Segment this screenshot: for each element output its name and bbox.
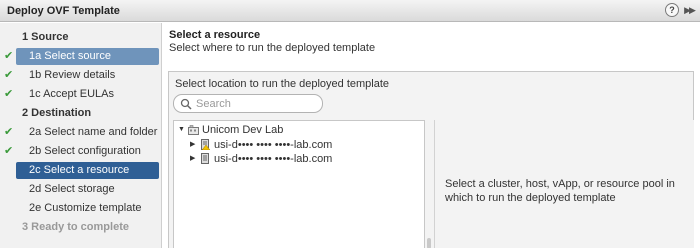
title-bar: Deploy OVF Template ? ▶▶ bbox=[0, 0, 700, 22]
step-destination: 2 Destination bbox=[22, 107, 92, 119]
step-select-name-and-folder[interactable]: ✔ 2a Select name and folder bbox=[0, 124, 162, 141]
step-select-configuration[interactable]: ✔ 2b Select configuration bbox=[0, 143, 162, 160]
step-select-storage[interactable]: 2d Select storage bbox=[0, 181, 162, 198]
datacenter-icon bbox=[188, 125, 199, 135]
host-icon bbox=[201, 153, 209, 164]
caret-right-icon[interactable]: ▶ bbox=[190, 138, 195, 152]
check-icon: ✔ bbox=[4, 50, 14, 62]
caret-down-icon[interactable]: ▼ bbox=[178, 123, 185, 137]
host-warning-icon bbox=[201, 139, 210, 150]
selection-info-pane: Select a cluster, host, vApp, or resourc… bbox=[434, 120, 694, 248]
help-icon[interactable]: ? bbox=[665, 3, 679, 17]
page-title: Select a resource bbox=[169, 29, 261, 41]
check-icon: ✔ bbox=[4, 126, 14, 138]
panel-label: Select location to run the deployed temp… bbox=[175, 78, 390, 90]
check-icon: ✔ bbox=[4, 145, 14, 157]
search-box[interactable] bbox=[173, 94, 323, 113]
step-ready-to-complete: 3 Ready to complete bbox=[22, 221, 129, 233]
check-icon: ✔ bbox=[4, 69, 14, 81]
main-content: Select a resource Select where to run th… bbox=[163, 23, 700, 248]
step-source: 1 Source bbox=[22, 31, 69, 43]
search-icon bbox=[180, 98, 192, 110]
page-subtitle: Select where to run the deployed templat… bbox=[169, 42, 376, 54]
location-panel: Select location to run the deployed temp… bbox=[168, 71, 694, 248]
tree-scrollbar[interactable] bbox=[425, 120, 434, 248]
step-review-details[interactable]: ✔ 1b Review details bbox=[0, 67, 162, 84]
wizard-steps-sidebar: 1 Source ✔ 1a Select source ✔ 1b Review … bbox=[0, 23, 162, 248]
selection-hint: Select a cluster, host, vApp, or resourc… bbox=[445, 178, 675, 204]
search-input[interactable] bbox=[196, 97, 316, 110]
check-icon: ✔ bbox=[4, 88, 14, 100]
step-select-resource[interactable]: 2c Select a resource bbox=[0, 162, 162, 179]
step-customize-template[interactable]: 2e Customize template bbox=[0, 200, 162, 217]
caret-right-icon[interactable]: ▶ bbox=[190, 152, 195, 166]
fast-forward-icon[interactable]: ▶▶ bbox=[682, 3, 696, 17]
window-title: Deploy OVF Template bbox=[7, 4, 120, 17]
step-select-source[interactable]: ✔ 1a Select source bbox=[0, 48, 162, 65]
resource-tree[interactable]: ▼ Unicom Dev Lab ▶ usi-d•••• •••• ••••-l… bbox=[173, 120, 425, 248]
step-accept-eulas[interactable]: ✔ 1c Accept EULAs bbox=[0, 86, 162, 103]
